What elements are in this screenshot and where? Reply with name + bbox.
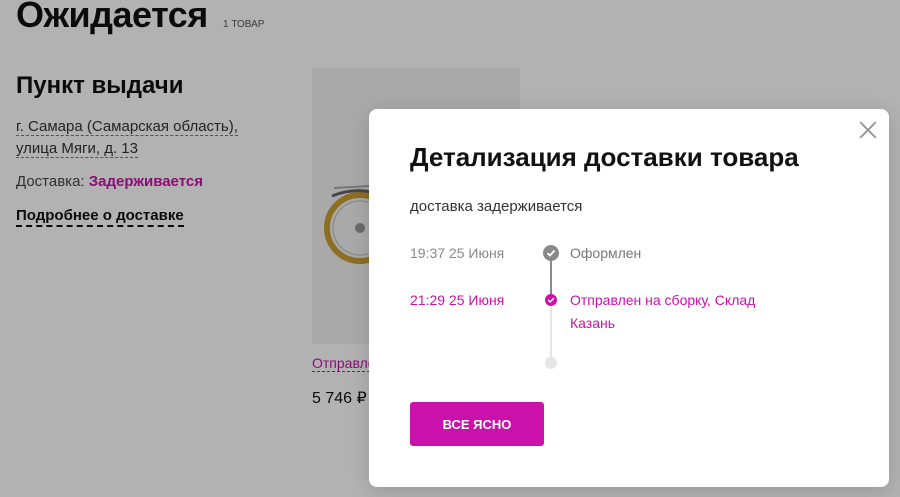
timeline-time: 21:29 25 Июня [410, 292, 505, 308]
ok-button[interactable]: ВСЕ ЯСНО [410, 402, 544, 446]
check-icon [545, 294, 557, 306]
timeline-time: 19:37 25 Июня [410, 245, 505, 261]
modal-subtitle: доставка задерживается [410, 198, 583, 215]
timeline-line-done [550, 259, 552, 299]
check-icon [543, 245, 559, 261]
delivery-details-modal: Детализация доставки товара доставка зад… [369, 109, 889, 487]
close-icon[interactable] [859, 121, 877, 139]
timeline-line-pending [550, 301, 552, 361]
timeline-pending-dot [545, 357, 557, 369]
timeline-status: Оформлен [570, 245, 642, 261]
modal-title: Детализация доставки товара [410, 142, 799, 172]
timeline-status: Отправлен на сборку, Склад Казань [570, 292, 756, 331]
